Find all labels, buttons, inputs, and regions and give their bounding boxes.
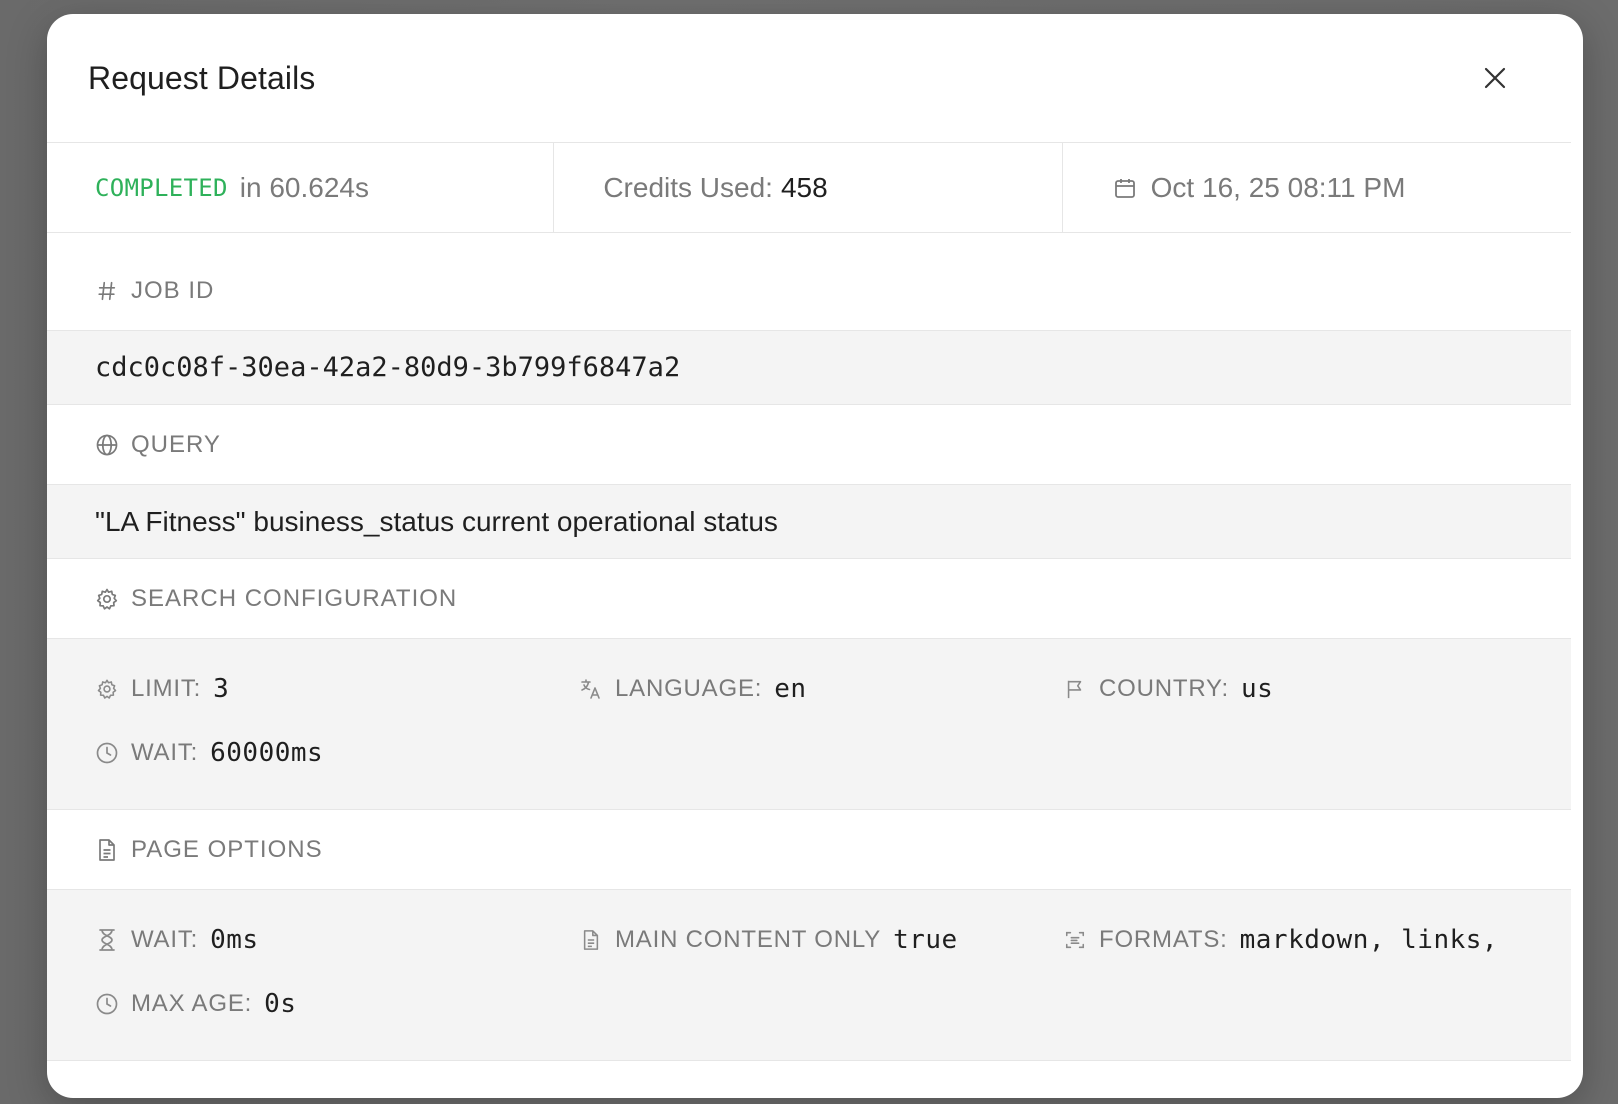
globe-icon (95, 433, 119, 457)
main-content-label: MAIN CONTENT ONLY (615, 926, 882, 953)
limit-label: LIMIT: (131, 675, 202, 702)
page-options-grid: WAIT: 0ms MAIN CONTENT ONLY true FORMATS… (47, 890, 1571, 1061)
gear-icon (95, 587, 119, 611)
timestamp-cell: Oct 16, 25 08:11 PM (1063, 143, 1571, 232)
scan-text-icon (1063, 929, 1087, 951)
query-section-label: QUERY (47, 405, 1571, 485)
limit-item: LIMIT: 3 (95, 674, 579, 704)
page-options-label: PAGE OPTIONS (131, 835, 323, 863)
close-button[interactable] (1475, 58, 1515, 98)
gear-icon (95, 678, 119, 700)
limit-value: 3 (213, 674, 230, 704)
search-config-section-label: SEARCH CONFIGURATION (47, 559, 1571, 639)
duration-text: in 60.624s (239, 171, 369, 203)
stats-row: COMPLETED in 60.624s Credits Used: 458 O… (47, 143, 1571, 233)
search-config-row-1: LIMIT: 3 LANGUAGE: en COUNTRY: us (95, 657, 1571, 721)
page-wait-value: 0ms (210, 925, 259, 955)
modal-header: Request Details (47, 14, 1571, 143)
hash-icon (95, 280, 119, 302)
max-age-item: MAX AGE: 0s (95, 989, 579, 1019)
language-value: en (774, 674, 807, 704)
clock-icon (95, 992, 119, 1016)
page-options-section-label: PAGE OPTIONS (47, 810, 1571, 890)
formats-label: FORMATS: (1099, 926, 1228, 953)
main-content-item: MAIN CONTENT ONLY true (579, 925, 1063, 955)
job-id-value[interactable]: cdc0c08f-30ea-42a2-80d9-3b799f6847a2 (95, 352, 680, 383)
credits-cell: Credits Used: 458 (554, 143, 1063, 232)
country-label: COUNTRY: (1099, 675, 1229, 702)
search-config-label: SEARCH CONFIGURATION (131, 584, 458, 612)
main-content-value: true (893, 925, 958, 955)
wait-value: 60000ms (210, 738, 324, 768)
timestamp-text: Oct 16, 25 08:11 PM (1150, 171, 1406, 203)
request-details-modal: Request Details COMPLETED in 60.624s Cre… (47, 14, 1583, 1098)
job-id-label: JOB ID (131, 276, 215, 304)
country-item: COUNTRY: us (1063, 674, 1547, 704)
job-id-section-label: JOB ID (47, 233, 1571, 331)
max-age-value: 0s (264, 989, 297, 1019)
page-options-row-2: MAX AGE: 0s (95, 972, 1571, 1036)
status-badge: COMPLETED (95, 173, 228, 202)
query-value[interactable]: "LA Fitness" business_status current ope… (95, 506, 778, 538)
translate-icon (579, 677, 603, 701)
credits-label: Credits Used: (603, 171, 773, 203)
close-icon (1484, 67, 1506, 89)
document-icon (579, 928, 603, 952)
modal-title: Request Details (88, 59, 316, 96)
calendar-icon (1113, 176, 1137, 200)
country-value: us (1240, 674, 1274, 704)
formats-item: FORMATS: markdown, links, (1063, 925, 1547, 955)
job-id-row: cdc0c08f-30ea-42a2-80d9-3b799f6847a2 (47, 331, 1571, 405)
max-age-label: MAX AGE: (131, 990, 253, 1017)
search-config-row-2: WAIT: 60000ms (95, 721, 1571, 785)
status-cell: COMPLETED in 60.624s (47, 143, 555, 232)
language-label: LANGUAGE: (615, 675, 763, 702)
wait-label: WAIT: (131, 739, 199, 766)
page-wait-label: WAIT: (131, 926, 199, 953)
page-wait-item: WAIT: 0ms (95, 925, 579, 955)
page-options-row-1: WAIT: 0ms MAIN CONTENT ONLY true FORMATS… (95, 908, 1571, 972)
hourglass-icon (95, 928, 119, 952)
search-config-grid: LIMIT: 3 LANGUAGE: en COUNTRY: us WAIT: … (47, 639, 1571, 810)
query-row: "LA Fitness" business_status current ope… (47, 485, 1571, 559)
wait-item: WAIT: 60000ms (95, 738, 579, 768)
credits-value: 458 (780, 171, 828, 203)
modal-body: COMPLETED in 60.624s Credits Used: 458 O… (47, 143, 1571, 1061)
language-item: LANGUAGE: en (579, 674, 1063, 704)
clock-icon (95, 741, 119, 765)
flag-icon (1063, 678, 1087, 700)
query-label: QUERY (131, 430, 221, 458)
formats-value: markdown, links, (1239, 925, 1499, 955)
document-icon (95, 838, 119, 862)
